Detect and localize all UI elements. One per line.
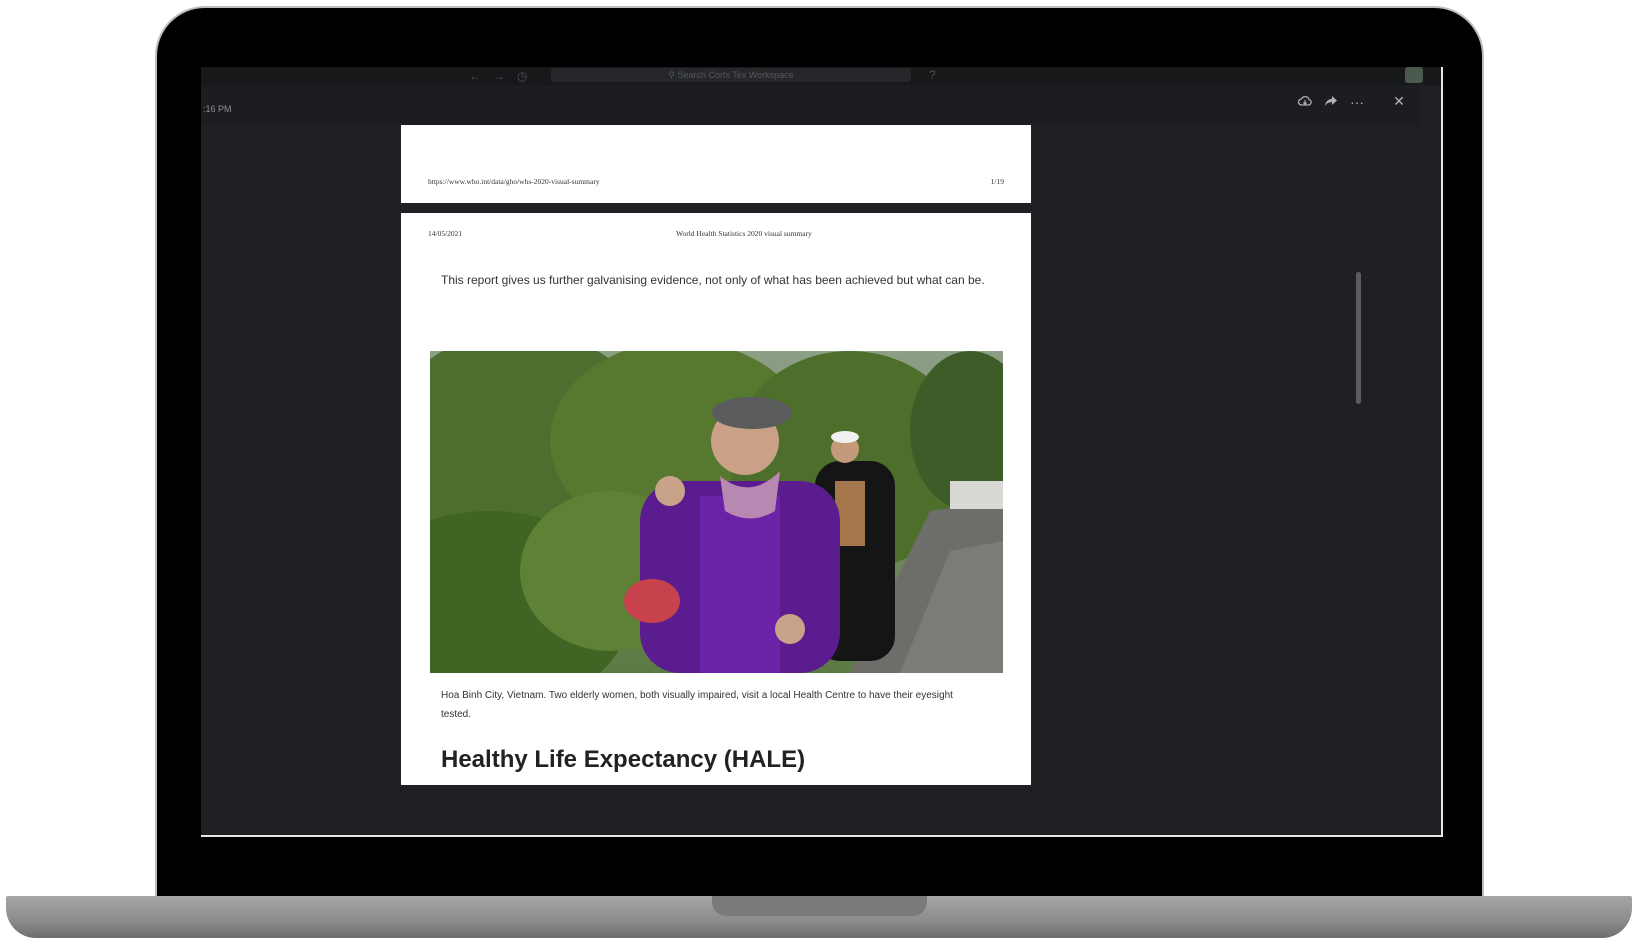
app-toolbar: ←→◷ ⚲ Search Cortx Tex Workspace ? bbox=[201, 67, 1441, 85]
photo-caption: Hoa Binh City, Vietnam. Two elderly wome… bbox=[441, 690, 953, 720]
viewer-timestamp: :16 PM bbox=[203, 104, 232, 114]
help-icon[interactable]: ? bbox=[929, 68, 936, 82]
close-icon[interactable]: ✕ bbox=[1391, 93, 1407, 110]
photo-two-elderly-women bbox=[430, 351, 1003, 673]
page-footer-url: https://www.who.int/data/gho/whs-2020-vi… bbox=[428, 177, 600, 186]
screen: ←→◷ ⚲ Search Cortx Tex Workspace ? :16 P… bbox=[201, 67, 1443, 837]
back-arrow-icon[interactable]: ← bbox=[469, 69, 493, 83]
document-page-1: https://www.who.int/data/gho/whs-2020-vi… bbox=[401, 125, 1031, 203]
laptop-notch bbox=[712, 896, 927, 916]
forward-arrow-icon[interactable]: → bbox=[493, 69, 517, 83]
page-number: 1/19 bbox=[990, 177, 1004, 186]
share-icon[interactable] bbox=[1323, 94, 1339, 110]
page-header-date: 14/05/2021 bbox=[428, 229, 463, 238]
more-icon[interactable]: ··· bbox=[1349, 94, 1365, 110]
search-placeholder: Search Cortx Tex Workspace bbox=[677, 70, 794, 80]
avatar[interactable] bbox=[1405, 67, 1423, 83]
document-page-2: 14/05/2021 World Health Statistics 2020 … bbox=[401, 213, 1031, 785]
viewer-bar bbox=[201, 85, 1419, 125]
section-heading: Healthy Life Expectancy (HALE) bbox=[441, 746, 806, 773]
history-nav[interactable]: ←→◷ bbox=[469, 69, 539, 83]
page-header-title: World Health Statistics 2020 visual summ… bbox=[676, 229, 812, 238]
search-icon: ⚲ bbox=[668, 70, 675, 80]
search-input[interactable]: ⚲ Search Cortx Tex Workspace bbox=[551, 68, 911, 82]
history-icon[interactable]: ◷ bbox=[517, 69, 539, 83]
viewer-actions: ··· ✕ bbox=[1297, 93, 1407, 110]
download-cloud-icon[interactable] bbox=[1297, 94, 1313, 110]
scrollbar-thumb[interactable] bbox=[1356, 272, 1361, 404]
intro-paragraph: This report gives us further galvanising… bbox=[441, 273, 985, 287]
